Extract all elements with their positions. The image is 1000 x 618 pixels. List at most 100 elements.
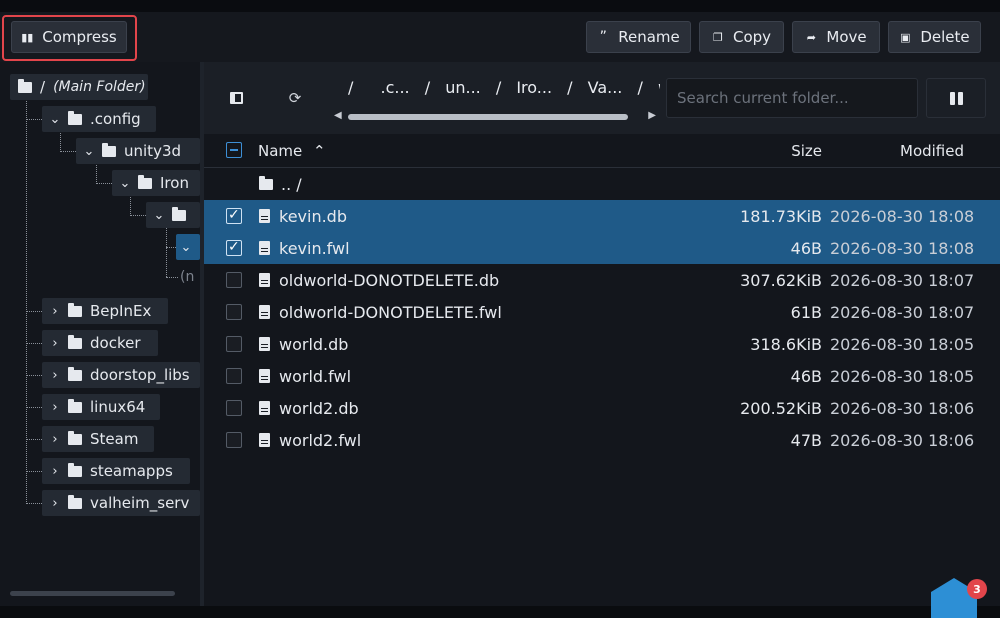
tree-item-docker[interactable]: › docker: [42, 330, 158, 356]
file-name: world.fwl: [279, 366, 352, 386]
folder-icon: [68, 334, 82, 349]
tree-connector: [166, 277, 178, 278]
copy-button[interactable]: ❐ Copy: [699, 21, 784, 53]
top-strip: [0, 0, 1000, 12]
parent-folder-row[interactable]: .. /: [204, 168, 1000, 200]
tree-item-label: Iron: [160, 174, 189, 192]
tree-item-label: doorstop_libs: [90, 366, 190, 384]
file-size: 318.6KiB: [750, 334, 822, 354]
chevron-down-icon: ⌄: [49, 111, 61, 127]
table-row[interactable]: world.db 318.6KiB 2026-08-30 18:05: [204, 328, 1000, 360]
chevron-right-icon: ›: [52, 399, 58, 415]
rename-button[interactable]: ” Rename: [586, 21, 691, 53]
row-checkbox[interactable]: [226, 400, 242, 416]
path-bar: ⟳ / .c... / un... / Iro... / Va... / wor…: [204, 62, 1000, 134]
folder-icon: [259, 175, 273, 190]
folder-icon: [68, 462, 82, 477]
search-input[interactable]: [666, 78, 918, 118]
parent-folder-label: .. /: [281, 174, 302, 194]
refresh-icon[interactable]: ⟳: [285, 88, 305, 108]
scroll-right-icon[interactable]: ▶: [648, 110, 656, 121]
sidebar-toggle-icon[interactable]: [226, 88, 246, 108]
tree-item-worlds-local[interactable]: ⌄: [176, 234, 200, 260]
scrollbar-thumb[interactable]: [348, 114, 628, 120]
tree-connector: [96, 183, 112, 184]
file-modified: 2026-08-30 18:07: [830, 302, 975, 322]
tree-connector: [60, 151, 76, 152]
row-checkbox[interactable]: [226, 304, 242, 320]
delete-button[interactable]: ▣ Delete: [888, 21, 981, 53]
row-checkbox[interactable]: [226, 368, 242, 384]
row-checkbox[interactable]: [226, 336, 242, 352]
row-checkbox[interactable]: [226, 272, 242, 288]
file-size: 61B: [790, 302, 822, 322]
row-checkbox[interactable]: [226, 432, 242, 448]
tree-item-root[interactable]: / (Main Folder): [10, 74, 148, 100]
chevron-down-icon: ⌄: [180, 239, 192, 255]
tree-item-unity3d[interactable]: ⌄ unity3d: [76, 138, 200, 164]
file-name: kevin.db: [279, 206, 347, 226]
breadcrumb-scrollbar[interactable]: ◀ ▶: [334, 110, 656, 122]
view-toggle-button[interactable]: [926, 78, 986, 118]
tree-connector: [26, 375, 42, 376]
table-row[interactable]: kevin.db 181.73KiB 2026-08-30 18:08: [204, 200, 1000, 232]
folder-icon: [102, 142, 116, 157]
tree-connector: [166, 247, 176, 248]
tree-item-iron[interactable]: ⌄ Iron: [112, 170, 200, 196]
breadcrumb-unity3d[interactable]: un...: [445, 78, 481, 97]
copy-icon: ❐: [713, 30, 723, 44]
size-column-header[interactable]: Size: [791, 142, 822, 160]
tree-item-config[interactable]: ⌄ .config: [42, 106, 156, 132]
table-row[interactable]: kevin.fwl 46B 2026-08-30 18:08: [204, 232, 1000, 264]
chevron-down-icon: ⌄: [119, 175, 131, 191]
tree-horizontal-scrollbar[interactable]: [10, 591, 175, 596]
tree-item-steamapps[interactable]: › steamapps: [42, 458, 190, 484]
file-name: world2.fwl: [279, 430, 362, 450]
delete-label: Delete: [920, 28, 970, 46]
folder-icon: [68, 302, 82, 317]
select-all-checkbox[interactable]: [226, 142, 242, 158]
tree-item-valheim[interactable]: ⌄: [146, 202, 200, 228]
move-button[interactable]: ➦ Move: [792, 21, 880, 53]
breadcrumb-worlds-local[interactable]: worlds_l: [658, 78, 660, 97]
table-row[interactable]: oldworld-DONOTDELETE.fwl 61B 2026-08-30 …: [204, 296, 1000, 328]
file-name: kevin.fwl: [279, 238, 350, 258]
move-label: Move: [826, 28, 867, 46]
table-row[interactable]: world2.db 200.52KiB 2026-08-30 18:06: [204, 392, 1000, 424]
chevron-down-icon: ⌄: [83, 143, 95, 159]
tree-item-doorstop-libs[interactable]: › doorstop_libs: [42, 362, 200, 388]
tree-connector: [166, 220, 167, 277]
row-checkbox[interactable]: [226, 207, 242, 224]
file-icon: [259, 241, 270, 255]
file-icon: [259, 401, 270, 415]
sort-ascending-icon: ⌃: [313, 142, 326, 160]
breadcrumb-valheim[interactable]: Va...: [588, 78, 623, 97]
tree-item-bepinex[interactable]: › BepInEx: [42, 298, 168, 324]
scroll-left-icon[interactable]: ◀: [334, 110, 342, 121]
table-row[interactable]: oldworld-DONOTDELETE.db 307.62KiB 2026-0…: [204, 264, 1000, 296]
table-header: Name ⌃ Size Modified: [204, 134, 1000, 168]
file-icon: [259, 433, 270, 447]
tree-item-linux64[interactable]: › linux64: [42, 394, 160, 420]
breadcrumb-root[interactable]: /: [348, 78, 353, 97]
tree-connector: [26, 471, 42, 472]
file-modified: 2026-08-30 18:05: [830, 366, 975, 386]
folder-icon: [18, 78, 32, 93]
name-column-label: Name: [258, 142, 303, 160]
breadcrumb-config[interactable]: .c...: [380, 78, 409, 97]
modified-column-header[interactable]: Modified: [900, 142, 964, 160]
file-name: oldworld-DONOTDELETE.fwl: [279, 302, 502, 322]
row-checkbox[interactable]: [226, 239, 242, 256]
tree-item-steam[interactable]: › Steam: [42, 426, 154, 452]
breadcrumb-iron[interactable]: Iro...: [516, 78, 552, 97]
tree-connector: [26, 439, 42, 440]
chevron-right-icon: ›: [52, 303, 58, 319]
tree-item-label: Steam: [90, 430, 139, 448]
folder-icon: [68, 366, 82, 381]
tree-connector: [26, 119, 42, 120]
name-column-header[interactable]: Name ⌃: [258, 142, 326, 160]
tree-item-valheim-server[interactable]: › valheim_serv: [42, 490, 200, 516]
table-row[interactable]: world.fwl 46B 2026-08-30 18:05: [204, 360, 1000, 392]
table-row[interactable]: world2.fwl 47B 2026-08-30 18:06: [204, 424, 1000, 456]
file-modified: 2026-08-30 18:05: [830, 334, 975, 354]
